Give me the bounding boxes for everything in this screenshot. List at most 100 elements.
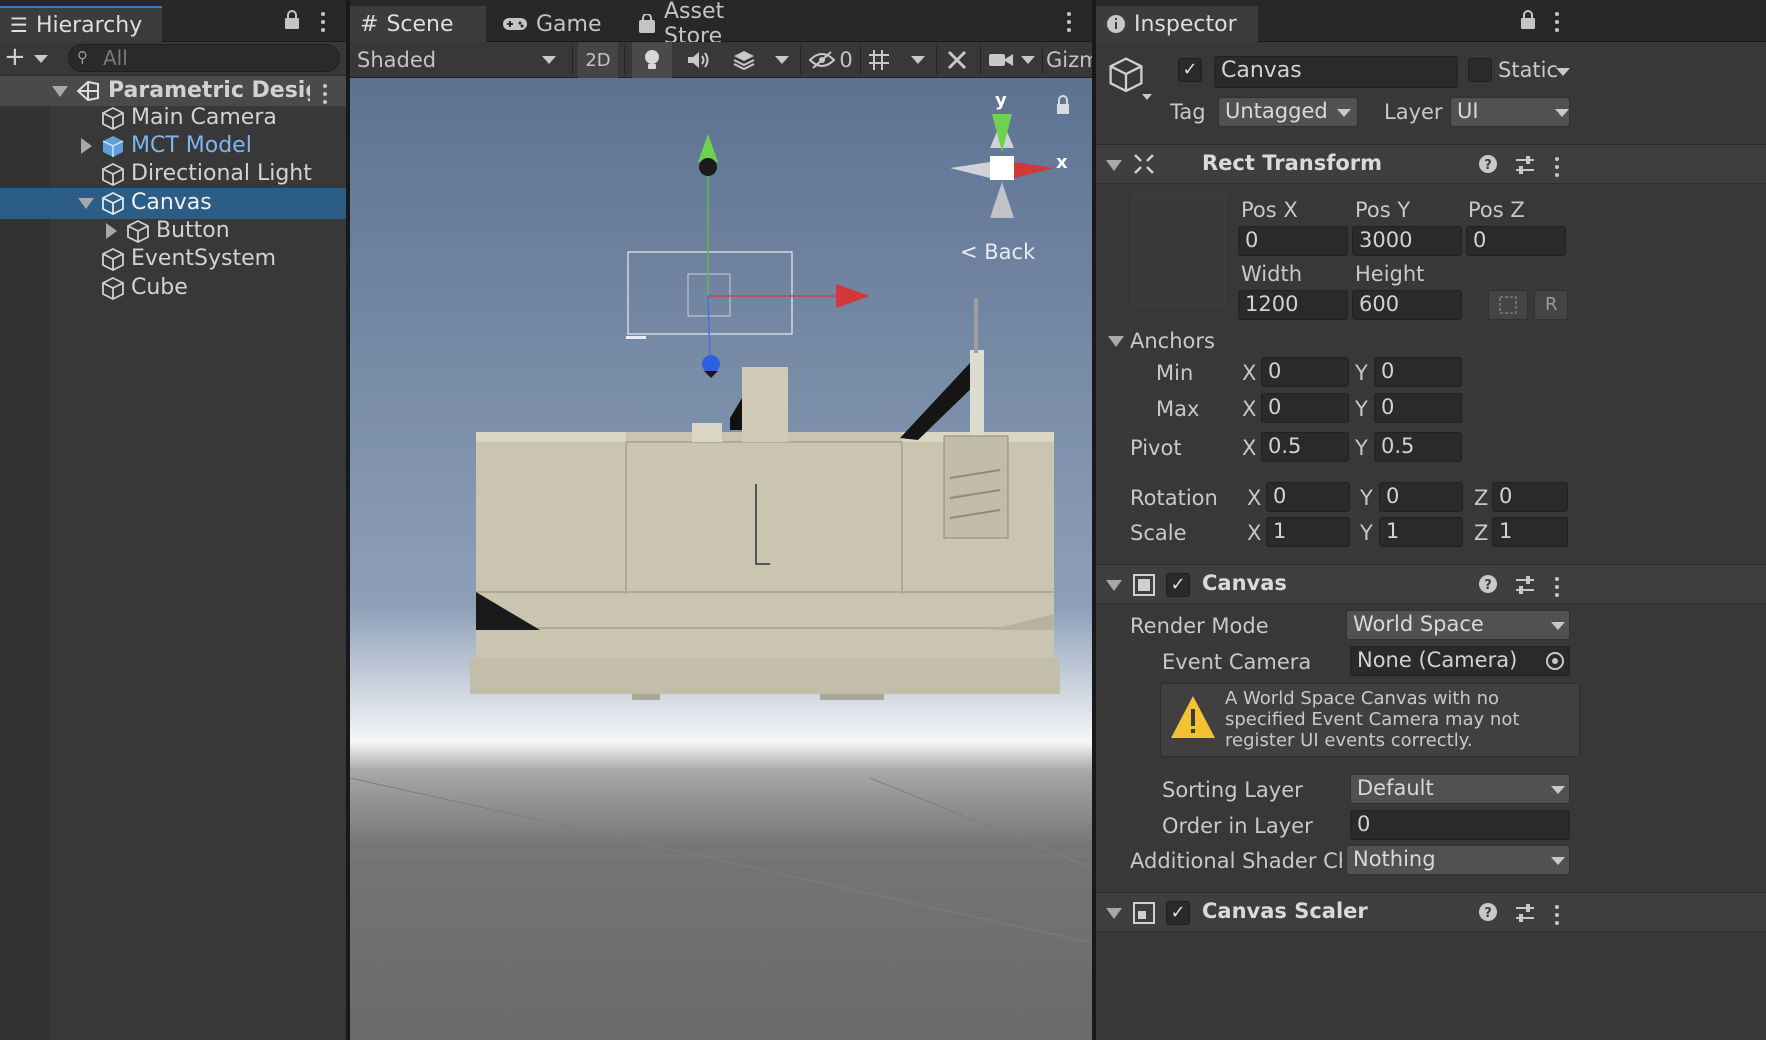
canvas-component-header[interactable]: ✓ Canvas ?: [1096, 564, 1766, 604]
rect-transform-header[interactable]: Rect Transform ?: [1096, 144, 1766, 184]
component-menu-icon[interactable]: [1554, 157, 1560, 177]
height-field[interactable]: 600: [1352, 290, 1462, 320]
camera-icon: [989, 54, 1013, 66]
scene-header[interactable]: Parametric Design*: [0, 75, 346, 106]
warning-icon: [1169, 694, 1217, 740]
object-name-field[interactable]: Canvas: [1214, 56, 1458, 88]
help-icon[interactable]: ?: [1478, 154, 1498, 174]
foldout-icon[interactable]: [106, 223, 117, 239]
scene-panel: # Scene Game Asset Store Shaded 2D 0 Giz…: [350, 0, 1092, 1040]
object-picker-icon[interactable]: [1545, 651, 1565, 671]
tab-inspector[interactable]: Inspector: [1096, 6, 1258, 42]
pivot-y-field[interactable]: 0.5: [1374, 432, 1462, 462]
event-camera-field[interactable]: None (Camera): [1350, 646, 1570, 676]
scene-menu-icon[interactable]: [322, 84, 328, 104]
anchors-foldout-icon[interactable]: [1108, 336, 1124, 347]
component-menu-icon[interactable]: [1554, 577, 1560, 597]
anchor-presets-button[interactable]: [1132, 194, 1226, 306]
scale-y-field[interactable]: 1: [1379, 517, 1463, 547]
tab-scene[interactable]: # Scene: [350, 6, 486, 42]
help-icon[interactable]: ?: [1478, 902, 1498, 922]
chevron-down-icon: [1021, 56, 1035, 64]
hierarchy-item-canvas[interactable]: Canvas: [0, 188, 346, 219]
raw-edit-button[interactable]: R: [1534, 290, 1568, 320]
foldout-icon[interactable]: [78, 198, 94, 209]
tag-dropdown[interactable]: Untagged: [1218, 97, 1358, 127]
search-input[interactable]: ⚲ All: [68, 44, 340, 72]
hierarchy-panel: ☰ Hierarchy + ⚲ All Parametric Design* M…: [0, 0, 346, 1040]
camera-settings[interactable]: [984, 42, 1018, 78]
pos-x-field[interactable]: 0: [1238, 226, 1348, 256]
hierarchy-item-button[interactable]: Button: [0, 216, 346, 247]
scene-toolbar: Shaded 2D 0 Gizm: [350, 42, 1092, 78]
rotation-y-field[interactable]: 0: [1379, 482, 1463, 512]
foldout-icon[interactable]: [81, 138, 92, 154]
scene-viewport[interactable]: y x < Back: [350, 78, 1092, 1040]
lock-icon[interactable]: [284, 10, 300, 30]
hidden-objects-toggle[interactable]: 0: [806, 42, 856, 78]
anchor-max-x-field[interactable]: 0: [1261, 393, 1349, 423]
preset-icon[interactable]: [1514, 902, 1536, 924]
hierarchy-item-cube[interactable]: Cube: [0, 273, 346, 304]
hierarchy-item-eventsystem[interactable]: EventSystem: [0, 244, 346, 275]
render-mode-dropdown[interactable]: World Space: [1346, 610, 1570, 640]
foldout-icon[interactable]: [1106, 160, 1122, 171]
preset-icon[interactable]: [1514, 574, 1536, 596]
hierarchy-item-directional-light[interactable]: Directional Light: [0, 159, 346, 190]
grid-dropdown[interactable]: [904, 42, 932, 78]
chevron-down-icon[interactable]: [1142, 94, 1152, 100]
inspector-menu-icon[interactable]: [1554, 12, 1560, 32]
gizmos-button[interactable]: Gizmos: [1046, 42, 1092, 78]
grid-toggle[interactable]: [864, 42, 894, 78]
rotation-x-field[interactable]: 0: [1266, 482, 1350, 512]
2d-toggle[interactable]: 2D: [578, 42, 618, 78]
pos-y-field[interactable]: 3000: [1352, 226, 1462, 256]
preset-icon[interactable]: [1514, 154, 1536, 176]
static-dropdown-icon[interactable]: [1556, 68, 1570, 76]
scene-menu-icon[interactable]: [1066, 12, 1072, 32]
hierarchy-item-main-camera[interactable]: Main Camera: [0, 103, 346, 134]
width-field[interactable]: 1200: [1238, 290, 1348, 320]
tab-hierarchy[interactable]: ☰ Hierarchy: [0, 6, 162, 42]
scale-x-field[interactable]: 1: [1266, 517, 1350, 547]
canvas-scaler-header[interactable]: ✓ Canvas Scaler ?: [1096, 892, 1766, 932]
static-checkbox[interactable]: [1468, 58, 1492, 82]
help-icon[interactable]: ?: [1478, 574, 1498, 594]
blueprint-mode-button[interactable]: [1488, 290, 1528, 320]
hierarchy-menu-icon[interactable]: [320, 12, 326, 32]
back-view-label[interactable]: < Back: [960, 240, 1035, 264]
foldout-icon[interactable]: [1106, 580, 1122, 591]
shader-channels-dropdown[interactable]: Nothing: [1346, 845, 1570, 875]
tools-toggle[interactable]: [940, 42, 974, 78]
anchor-min-x-field[interactable]: 0: [1261, 357, 1349, 387]
component-menu-icon[interactable]: [1554, 905, 1560, 925]
foldout-icon[interactable]: [1106, 908, 1122, 919]
active-checkbox[interactable]: ✓: [1178, 58, 1202, 82]
anchor-max-y-field[interactable]: 0: [1374, 393, 1462, 423]
sorting-layer-dropdown[interactable]: Default: [1350, 774, 1570, 804]
canvas-scaler-enabled-checkbox[interactable]: ✓: [1166, 901, 1190, 925]
hierarchy-item-mct-model[interactable]: MCT Model: [0, 131, 346, 162]
effects-dropdown[interactable]: [768, 42, 796, 78]
pos-z-field[interactable]: 0: [1466, 226, 1566, 256]
anchor-min-y-field[interactable]: 0: [1374, 357, 1462, 387]
lock-icon[interactable]: [1520, 10, 1536, 30]
effects-toggle[interactable]: [724, 42, 764, 78]
lighting-toggle[interactable]: [632, 42, 672, 78]
foldout-icon[interactable]: [52, 86, 68, 97]
shading-mode-dropdown[interactable]: Shaded: [350, 42, 568, 78]
svg-text:?: ?: [1484, 578, 1492, 593]
audio-toggle[interactable]: [678, 42, 718, 78]
camera-dropdown[interactable]: [1016, 42, 1040, 78]
chevron-down-icon: [1551, 857, 1565, 865]
tab-game[interactable]: Game: [492, 6, 622, 42]
layer-dropdown[interactable]: UI: [1450, 97, 1570, 127]
pivot-x-field[interactable]: 0.5: [1261, 432, 1349, 462]
rotation-z-field[interactable]: 0: [1492, 482, 1568, 512]
chevron-down-icon[interactable]: [34, 55, 48, 63]
tab-asset-store[interactable]: Asset Store: [628, 0, 798, 49]
scale-z-field[interactable]: 1: [1492, 517, 1568, 547]
add-icon[interactable]: +: [4, 44, 26, 70]
order-in-layer-field[interactable]: 0: [1350, 810, 1570, 840]
canvas-enabled-checkbox[interactable]: ✓: [1166, 573, 1190, 597]
